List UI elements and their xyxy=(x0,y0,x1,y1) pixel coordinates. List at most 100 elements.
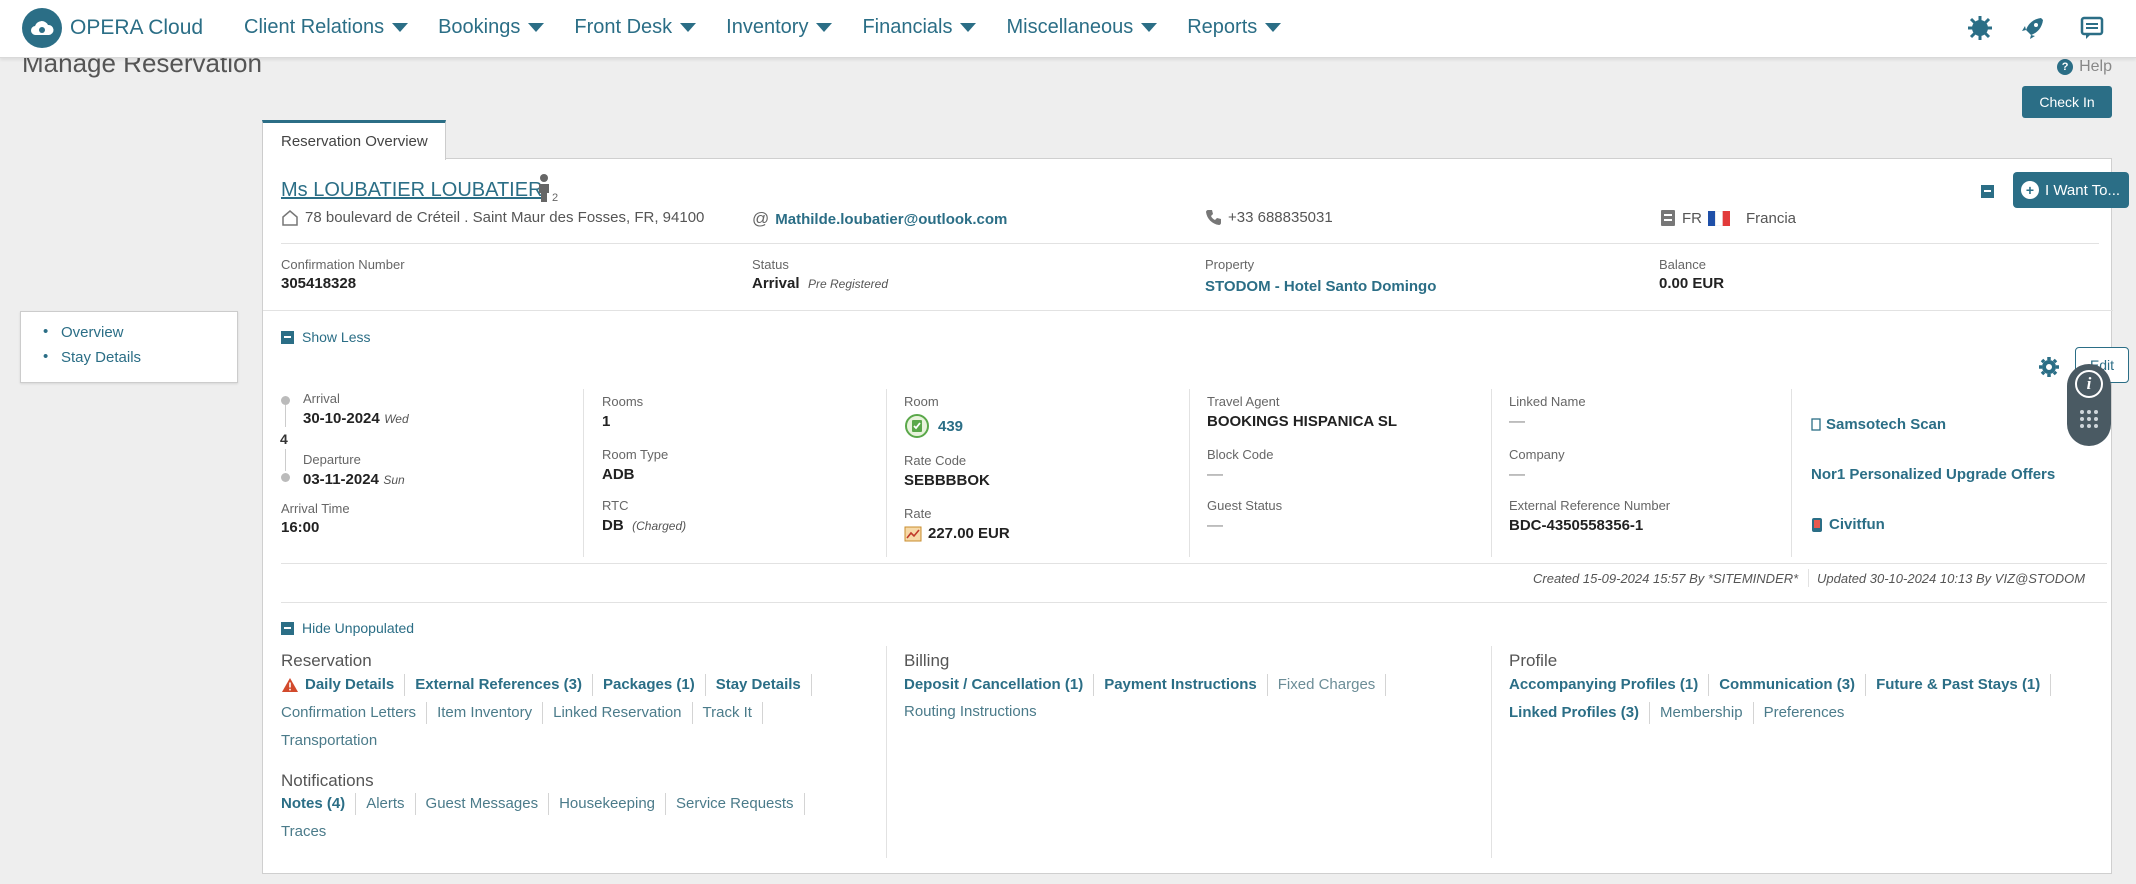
notifications-links-row: Notes (4) Alerts Guest Messages Housekee… xyxy=(281,793,805,815)
keypad-icon[interactable] xyxy=(2078,408,2100,430)
bug-icon[interactable] xyxy=(1965,13,1995,43)
profile-links-row: Accompanying Profiles (1) Communication … xyxy=(1509,674,2052,696)
menu-front-desk[interactable]: Front Desk xyxy=(574,16,697,39)
email-text: Mathilde.loubatier@outlook.com xyxy=(775,210,1008,228)
deposit-cancellation-link[interactable]: Deposit / Cancellation (1) xyxy=(904,674,1095,696)
routing-instructions-link[interactable]: Routing Instructions xyxy=(904,701,1047,723)
guest-phone[interactable]: +33 688835031 xyxy=(1205,209,1333,226)
messages-icon[interactable] xyxy=(2077,13,2107,43)
tab-reservation-overview[interactable]: Reservation Overview xyxy=(262,120,446,160)
departure-label: Departure xyxy=(303,452,361,467)
travel-agent-value: BOOKINGS HISPANICA SL xyxy=(1207,413,1398,430)
hide-unpopulated-toggle[interactable]: Hide Unpopulated xyxy=(281,620,414,636)
linked-name-field: Linked Name — xyxy=(1509,394,1586,431)
info-icon[interactable]: i xyxy=(2075,370,2103,398)
notes-link[interactable]: Notes (4) xyxy=(281,793,357,815)
profile-links-row-2: Linked Profiles (3) Membership Preferenc… xyxy=(1509,702,1854,724)
transportation-link[interactable]: Transportation xyxy=(281,730,387,752)
alerts-link[interactable]: Alerts xyxy=(356,793,416,815)
menu-bookings[interactable]: Bookings xyxy=(438,16,545,39)
floating-assistant-panel: i xyxy=(2067,364,2111,446)
help-link[interactable]: ? Help xyxy=(2057,58,2112,76)
chevron-down-icon xyxy=(392,23,409,32)
samsotech-scan-link[interactable]: Samsotech Scan xyxy=(1811,416,1946,433)
stay-details-link[interactable]: Stay Details xyxy=(706,674,812,696)
arrival-time-value: 16:00 xyxy=(281,519,320,536)
check-in-button[interactable]: Check In xyxy=(2022,86,2112,118)
arrival-date: 30-10-2024 xyxy=(303,410,380,427)
guest-country: FR Francia xyxy=(1660,209,1796,227)
accompanying-profiles-link[interactable]: Accompanying Profiles (1) xyxy=(1509,674,1710,696)
column-divider xyxy=(1791,389,1792,557)
block-code-value: — xyxy=(1207,466,1223,483)
communication-link[interactable]: Communication (3) xyxy=(1709,674,1867,696)
billing-links-row-2: Routing Instructions xyxy=(904,701,1047,723)
service-requests-link[interactable]: Service Requests xyxy=(666,793,805,815)
external-references-link[interactable]: External References (3) xyxy=(405,674,593,696)
departure-field: Departure 03-11-2024 Sun xyxy=(303,452,405,489)
travel-agent-label: Travel Agent xyxy=(1207,394,1280,409)
daily-details-link[interactable]: Daily Details xyxy=(281,674,406,696)
show-less-toggle[interactable]: Show Less xyxy=(281,329,370,345)
guest-name-link[interactable]: Ms LOUBATIER LOUBATIER xyxy=(281,179,543,202)
rate-field: Rate 227.00 EUR xyxy=(904,506,1010,542)
nor1-upgrade-offers-link[interactable]: Nor1 Personalized Upgrade Offers xyxy=(1811,466,2055,483)
settings-gear-icon[interactable] xyxy=(2038,356,2060,383)
housekeeping-link[interactable]: Housekeeping xyxy=(549,793,666,815)
collapse-header-button[interactable] xyxy=(1981,185,1994,203)
opera-cloud-logo-icon[interactable] xyxy=(22,8,62,48)
top-navigation-bar: OPERA Cloud Client Relations Bookings Fr… xyxy=(0,0,2136,58)
confirmation-letters-link[interactable]: Confirmation Letters xyxy=(281,702,428,724)
membership-link[interactable]: Membership xyxy=(1650,702,1754,724)
persons-count: 2 xyxy=(552,192,558,203)
nights-count: 4 xyxy=(280,431,288,447)
reservation-links-row-3: Transportation xyxy=(281,730,387,752)
item-inventory-link[interactable]: Item Inventory xyxy=(427,702,544,724)
payment-instructions-link[interactable]: Payment Instructions xyxy=(1094,674,1268,696)
menu-reports[interactable]: Reports xyxy=(1187,16,1282,39)
arrival-label: Arrival xyxy=(303,391,340,406)
arrival-dot xyxy=(281,396,290,405)
anchor-overview[interactable]: Overview xyxy=(43,323,237,341)
track-it-link[interactable]: Track It xyxy=(693,702,763,724)
fixed-charges-link[interactable]: Fixed Charges xyxy=(1268,674,1387,696)
menu-financials[interactable]: Financials xyxy=(862,16,977,39)
civitfun-link[interactable]: Civitfun xyxy=(1811,516,1885,533)
anchor-stay-details[interactable]: Stay Details xyxy=(43,348,237,366)
room-number-link[interactable]: 439 xyxy=(938,418,963,435)
timeline-line xyxy=(285,449,286,471)
guest-address: 78 boulevard de Créteil . Saint Maur des… xyxy=(281,209,704,226)
packages-link[interactable]: Packages (1) xyxy=(593,674,706,696)
menu-label: Reports xyxy=(1187,16,1258,38)
room-type-label: Room Type xyxy=(602,447,669,462)
travel-agent-field: Travel Agent BOOKINGS HISPANICA SL xyxy=(1207,394,1397,430)
traces-link[interactable]: Traces xyxy=(281,821,336,843)
preferences-link[interactable]: Preferences xyxy=(1754,702,1855,724)
menu-label: Front Desk xyxy=(574,16,673,38)
billing-section-title: Billing xyxy=(904,651,950,670)
reservation-links-row: Daily Details External References (3) Pa… xyxy=(281,674,812,696)
app-name[interactable]: OPERA Cloud xyxy=(70,16,203,40)
rate-code-label: Rate Code xyxy=(904,453,967,468)
menu-miscellaneous[interactable]: Miscellaneous xyxy=(1006,16,1158,39)
hide-unpopulated-label: Hide Unpopulated xyxy=(302,620,415,636)
future-past-stays-link[interactable]: Future & Past Stays (1) xyxy=(1866,674,2052,696)
divider xyxy=(281,243,2099,244)
persons-icon: 2 xyxy=(535,173,559,204)
rocket-icon[interactable] xyxy=(2018,13,2048,43)
guest-email[interactable]: @ Mathilde.loubatier@outlook.com xyxy=(752,209,1007,229)
i-want-to-button[interactable]: + I Want To... xyxy=(2013,172,2129,208)
notifications-links-row-2: Traces xyxy=(281,821,336,843)
menu-client-relations[interactable]: Client Relations xyxy=(244,16,409,39)
divider xyxy=(281,563,2107,564)
property-link[interactable]: STODOM - Hotel Santo Domingo xyxy=(1205,278,1436,295)
arrival-field: Arrival 30-10-2024 Wed xyxy=(303,391,409,428)
linked-reservation-link[interactable]: Linked Reservation xyxy=(543,702,693,724)
external-reference-value: BDC-4350558356-1 xyxy=(1509,517,1644,534)
departure-dot xyxy=(281,473,290,482)
linked-profiles-link[interactable]: Linked Profiles (3) xyxy=(1509,702,1651,724)
menu-inventory[interactable]: Inventory xyxy=(726,16,833,39)
guest-messages-link[interactable]: Guest Messages xyxy=(416,793,550,815)
notifications-section-title: Notifications xyxy=(281,771,374,790)
minus-icon xyxy=(1981,185,1994,198)
